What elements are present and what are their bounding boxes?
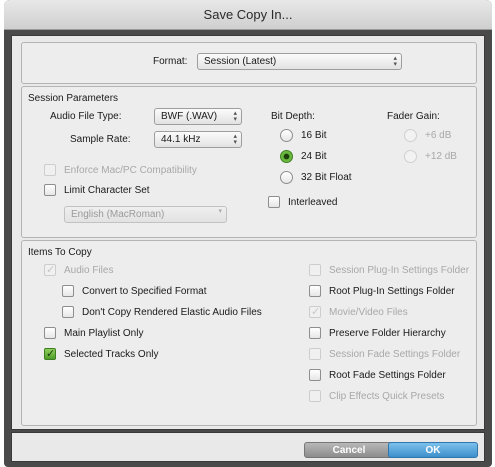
preserve-folder-hierarchy-checkbox[interactable]	[309, 327, 321, 339]
character-set-select[interactable]: English (MacRoman) ▾	[64, 206, 227, 223]
checkmark-icon: ✓	[311, 306, 321, 318]
chevron-down-icon: ▾	[218, 208, 222, 215]
enforce-mac-pc-checkbox[interactable]	[44, 164, 56, 176]
dont-copy-elastic-checkbox[interactable]	[62, 306, 74, 318]
convert-format-label: Convert to Specified Format	[82, 286, 207, 297]
clip-effects-presets-checkbox[interactable]	[309, 390, 321, 402]
dialog-body: Format: Session (Latest) ▴ ▾ Session Para…	[11, 35, 485, 430]
preserve-folder-hierarchy-label: Preserve Folder Hierarchy	[329, 328, 446, 339]
save-copy-in-window: Save Copy In... Format: Session (Latest)…	[4, 0, 492, 467]
convert-format-checkbox[interactable]	[62, 285, 74, 297]
bit-depth-24-label: 24 Bit	[301, 151, 327, 162]
items-to-copy-panel: Items To Copy ✓ Audio Files Convert to S…	[21, 240, 477, 426]
enforce-mac-pc-label: Enforce Mac/PC Compatibility	[64, 165, 197, 176]
dont-copy-elastic-label: Don't Copy Rendered Elastic Audio Files	[82, 307, 262, 318]
fader-gain-label: Fader Gain:	[387, 111, 440, 122]
selected-tracks-only-label: Selected Tracks Only	[64, 349, 159, 360]
sample-rate-label: Sample Rate:	[70, 134, 131, 145]
session-parameters-panel: Session Parameters Audio File Type: BWF …	[21, 86, 477, 238]
root-fade-settings-checkbox[interactable]	[309, 369, 321, 381]
selected-tracks-only-checkbox[interactable]: ✓	[44, 348, 56, 360]
cancel-button[interactable]: Cancel	[304, 442, 394, 458]
sample-rate-value: 44.1 kHz	[161, 134, 201, 145]
sample-rate-select[interactable]: 44.1 kHz ▴ ▾	[154, 131, 242, 148]
bit-depth-24-radio[interactable]	[280, 150, 293, 163]
interleaved-label: Interleaved	[288, 197, 338, 208]
fader-gain-12db-radio[interactable]	[404, 150, 417, 163]
format-select[interactable]: Session (Latest) ▴ ▾	[197, 53, 402, 70]
bit-depth-32-radio[interactable]	[280, 171, 293, 184]
audio-file-type-value: BWF (.WAV)	[161, 111, 218, 122]
bit-depth-label: Bit Depth:	[271, 111, 315, 122]
fader-gain-6db-label: +6 dB	[425, 130, 452, 141]
fader-gain-12db-label: +12 dB	[425, 151, 457, 162]
chevron-updown-icon: ▴ ▾	[393, 55, 397, 68]
root-plugin-settings-checkbox[interactable]	[309, 285, 321, 297]
checkmark-icon: ✓	[46, 348, 56, 360]
window-title: Save Copy In...	[203, 7, 293, 22]
format-select-value: Session (Latest)	[204, 56, 277, 67]
session-parameters-title: Session Parameters	[28, 93, 119, 104]
chevron-updown-icon: ▴ ▾	[233, 110, 237, 123]
bit-depth-32-label: 32 Bit Float	[301, 172, 352, 183]
audio-file-type-label: Audio File Type:	[50, 111, 122, 122]
bit-depth-16-radio[interactable]	[280, 129, 293, 142]
checkmark-icon: ✓	[46, 264, 56, 276]
format-panel: Format: Session (Latest) ▴ ▾	[21, 42, 477, 84]
ok-button[interactable]: OK	[388, 442, 478, 458]
bit-depth-16-label: 16 Bit	[301, 130, 327, 141]
session-fade-settings-checkbox[interactable]	[309, 348, 321, 360]
session-plugin-settings-checkbox[interactable]	[309, 264, 321, 276]
character-set-value: English (MacRoman)	[71, 209, 165, 220]
main-playlist-only-label: Main Playlist Only	[64, 328, 144, 339]
items-to-copy-title: Items To Copy	[28, 247, 92, 258]
audio-files-checkbox[interactable]: ✓	[44, 264, 56, 276]
button-bar: Cancel OK	[11, 432, 485, 462]
title-bar[interactable]: Save Copy In...	[4, 0, 492, 30]
fader-gain-6db-radio[interactable]	[404, 129, 417, 142]
session-plugin-settings-label: Session Plug-In Settings Folder	[329, 265, 470, 276]
session-fade-settings-label: Session Fade Settings Folder	[329, 349, 461, 360]
movie-video-files-checkbox[interactable]: ✓	[309, 306, 321, 318]
movie-video-files-label: Movie/Video Files	[329, 307, 408, 318]
limit-character-set-checkbox[interactable]	[44, 184, 56, 196]
chevron-updown-icon: ▴ ▾	[233, 133, 237, 146]
main-playlist-only-checkbox[interactable]	[44, 327, 56, 339]
clip-effects-presets-label: Clip Effects Quick Presets	[329, 391, 445, 402]
format-label: Format:	[153, 56, 188, 67]
interleaved-checkbox[interactable]	[268, 196, 280, 208]
audio-files-label: Audio Files	[64, 265, 114, 276]
root-plugin-settings-label: Root Plug-In Settings Folder	[329, 286, 455, 297]
limit-character-set-label: Limit Character Set	[64, 185, 150, 196]
audio-file-type-select[interactable]: BWF (.WAV) ▴ ▾	[154, 108, 242, 125]
root-fade-settings-label: Root Fade Settings Folder	[329, 370, 446, 381]
